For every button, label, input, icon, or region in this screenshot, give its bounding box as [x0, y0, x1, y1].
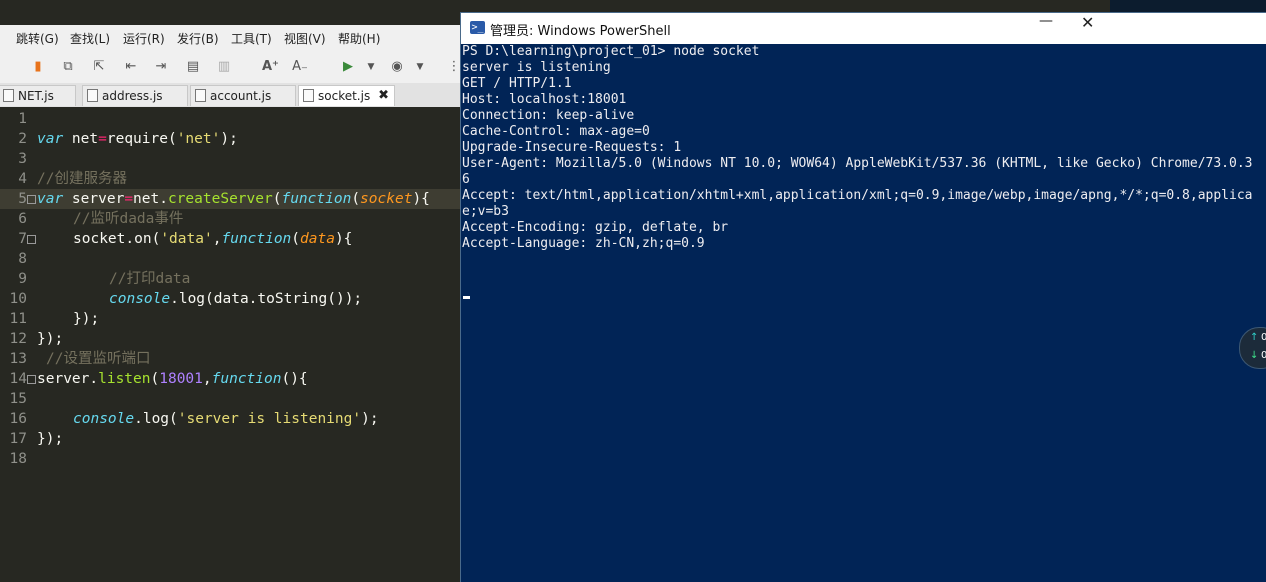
- menu-find[interactable]: 查找(L): [70, 30, 110, 47]
- font-increase-icon[interactable]: A⁺: [262, 59, 279, 75]
- console-line: Accept-Encoding: gzip, deflate, br: [462, 220, 729, 235]
- upload-arrow-icon: ↑: [1250, 332, 1259, 343]
- code-area[interactable]: 1 2 var net=require('net'); 3 4//创建服务器 5v…: [0, 107, 460, 582]
- console-line: PS D:\learning\project_01> node socket: [462, 44, 760, 59]
- download-speed: 0: [1261, 350, 1266, 361]
- console-output[interactable]: PS D:\learning\project_01> node socket s…: [461, 44, 1266, 582]
- console-line: 6: [462, 172, 470, 187]
- font-decrease-icon[interactable]: A₋: [292, 59, 308, 75]
- console-line: Upgrade-Insecure-Requests: 1: [462, 140, 682, 155]
- code-line-current: 5 var server=net.createServer(function(so…: [0, 189, 460, 209]
- code-line: 7 socket.on('data',function(data){: [18, 231, 353, 247]
- download-arrow-icon: ↓: [1250, 350, 1259, 361]
- minimize-button[interactable]: —: [1039, 13, 1053, 29]
- menu-bar: 跳转(G) 查找(L) 运行(R) 发行(B) 工具(T) 视图(V) 帮助(H…: [0, 25, 460, 51]
- console-line: Accept: text/html,application/xhtml+xml,…: [462, 188, 1253, 203]
- console-line: Accept-Language: zh-CN,zh;q=0.9: [462, 236, 705, 251]
- code-line: 1: [18, 111, 27, 127]
- file-icon: [3, 89, 14, 102]
- fold-toggle[interactable]: [27, 375, 36, 384]
- chevron-down-icon[interactable]: ▼: [412, 59, 428, 75]
- code-editor-window: 跳转(G) 查找(L) 运行(R) 发行(B) 工具(T) 视图(V) 帮助(H…: [0, 0, 461, 582]
- code-line: 4//创建服务器: [18, 171, 127, 187]
- file-icon: [87, 89, 98, 102]
- code-line: 16 console.log('server is listening');: [9, 411, 379, 427]
- file-icon: [195, 89, 206, 102]
- bookmark-icon[interactable]: ▮: [30, 59, 46, 75]
- menu-publish[interactable]: 发行(B): [177, 30, 219, 47]
- powershell-icon: >_: [470, 21, 485, 34]
- indent-left-icon[interactable]: ⇤: [123, 59, 139, 75]
- menu-tools[interactable]: 工具(T): [231, 30, 272, 47]
- console-line: server is listening: [462, 60, 611, 75]
- code-line: 10 console.log(data.toString());: [9, 291, 363, 307]
- code-line: 15: [9, 391, 27, 407]
- file-icon: [303, 89, 314, 102]
- code-line: 9//打印data: [18, 271, 191, 287]
- upload-speed: 0: [1261, 332, 1266, 343]
- menu-run[interactable]: 运行(R): [123, 30, 165, 47]
- console-line: GET / HTTP/1.1: [462, 76, 572, 91]
- run-icon[interactable]: ▶: [340, 59, 356, 75]
- code-line: 6//监听dada事件: [18, 211, 184, 227]
- code-line: 11});: [9, 311, 100, 327]
- fold-toggle[interactable]: [27, 195, 36, 204]
- console-line: Cache-Control: max-age=0: [462, 124, 650, 139]
- tab-address-js[interactable]: address.js: [82, 85, 188, 106]
- new-file-icon[interactable]: ⧉: [60, 59, 76, 75]
- text-cursor: [463, 296, 470, 299]
- window-title-bar[interactable]: >_ 管理员: Windows PowerShell — ✕: [461, 13, 1266, 44]
- powershell-window[interactable]: >_ 管理员: Windows PowerShell — ✕ PS D:\lea…: [460, 12, 1266, 582]
- code-line: 2 var net=require('net');: [18, 131, 238, 147]
- fold-toggle[interactable]: [27, 235, 36, 244]
- code-line: 17});: [9, 431, 64, 447]
- window-title: 管理员: Windows PowerShell: [490, 24, 671, 39]
- tab-account-js[interactable]: account.js: [190, 85, 296, 106]
- tab-net-js[interactable]: NET.js: [0, 85, 76, 106]
- menu-help[interactable]: 帮助(H): [338, 30, 380, 47]
- code-line: 12});: [9, 331, 64, 347]
- console-line: Host: localhost:18001: [462, 92, 627, 107]
- code-line: 14 server.listen(18001,function(){: [9, 371, 308, 387]
- menu-view[interactable]: 视图(V): [284, 30, 326, 47]
- open-file-icon[interactable]: ⇱: [91, 59, 107, 75]
- uncomment-icon[interactable]: ▥: [216, 59, 232, 75]
- debug-icon[interactable]: ◉: [389, 59, 405, 75]
- toolbar: ▮ ⧉ ⇱ ⇤ ⇥ ▤ ▥ A⁺ A₋ ▶ ▼ ◉ ▼ ⋮: [0, 51, 461, 83]
- close-button[interactable]: ✕: [1081, 13, 1094, 32]
- close-icon[interactable]: ✖: [378, 86, 389, 106]
- console-line: e;v=b3: [462, 204, 509, 219]
- console-line: User-Agent: Mozilla/5.0 (Windows NT 10.0…: [462, 156, 1253, 171]
- menu-goto[interactable]: 跳转(G): [16, 30, 59, 47]
- indent-right-icon[interactable]: ⇥: [153, 59, 169, 75]
- code-line: 18: [9, 451, 27, 467]
- code-line: 8: [18, 251, 27, 267]
- console-line: Connection: keep-alive: [462, 108, 635, 123]
- code-line: 13//设置监听端口: [9, 351, 151, 367]
- chevron-down-icon[interactable]: ▼: [363, 59, 379, 75]
- comment-icon[interactable]: ▤: [185, 59, 201, 75]
- tab-socket-js[interactable]: socket.js ✖: [298, 85, 395, 106]
- tab-bar: NET.js address.js account.js socket.js ✖: [0, 83, 460, 108]
- code-line: 3: [18, 151, 27, 167]
